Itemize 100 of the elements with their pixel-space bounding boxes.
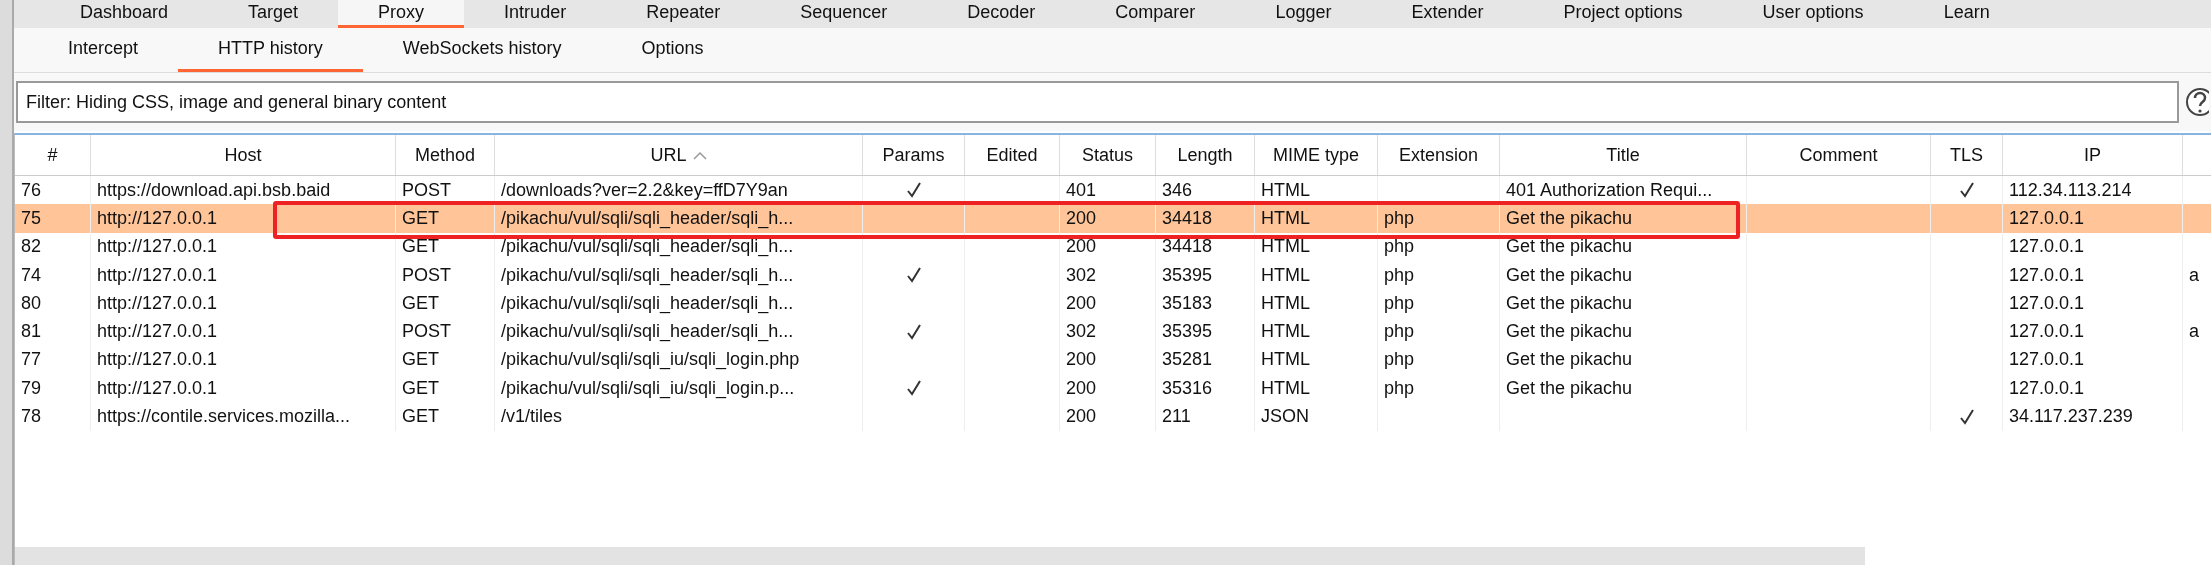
tab[interactable]: Decoder (927, 0, 1076, 28)
table-cell: 200 (1066, 207, 1097, 229)
table-cell: 77 (21, 349, 42, 371)
table-cell: Get the pikachu (1506, 349, 1633, 371)
table-cell: 74 (21, 264, 42, 286)
table-cell: 35395 (1162, 264, 1213, 286)
table-cell: 34418 (1162, 207, 1213, 229)
table-cell: 127.0.0.1 (2009, 264, 2085, 286)
table-cell: https://contile.services.mozilla... (97, 406, 351, 427)
table-cell: 401 Authorization Requi... (1506, 179, 1713, 201)
table-cell: a (2189, 264, 2199, 286)
table-cell: /pikachu/vul/sqli/sqli_header/sqli_h... (501, 292, 794, 314)
table-cell: Get the pikachu (1506, 207, 1633, 229)
table-cell: php (1384, 321, 1415, 343)
table-cell: http://127.0.0.1 (97, 264, 218, 286)
table-cell: POST (402, 264, 451, 286)
table-cell: 127.0.0.1 (2009, 236, 2085, 258)
table-cell: GET (402, 292, 439, 314)
table-cell: HTML (1261, 179, 1310, 201)
table-cell: /pikachu/vul/sqli/sqli_iu/sqli_login.p... (501, 377, 795, 399)
table-cell: 35395 (1162, 321, 1213, 343)
table-cell: http://127.0.0.1 (97, 236, 218, 258)
table-cell: /pikachu/vul/sqli/sqli_header/sqli_h... (501, 207, 794, 229)
table-cell: http://127.0.0.1 (97, 377, 218, 399)
table-cell: 302 (1066, 321, 1097, 343)
table-cell: 346 (1162, 179, 1193, 201)
table-cell: 200 (1066, 349, 1097, 371)
tab[interactable]: Dashboard (40, 0, 209, 28)
table-cell: /pikachu/vul/sqli/sqli_header/sqli_h... (501, 236, 794, 258)
table-cell: /pikachu/vul/sqli/sqli_header/sqli_h... (501, 264, 794, 286)
table-cell: 34.117.237.239 (2009, 406, 2133, 427)
table-cell: POST (402, 179, 451, 201)
table-cell: GET (402, 406, 439, 427)
tab[interactable]: Proxy (338, 0, 465, 28)
table-cell: 35281 (1162, 349, 1213, 371)
table-cell: php (1384, 349, 1415, 371)
table-cell: 127.0.0.1 (2009, 292, 2085, 314)
table-cell: 35183 (1162, 292, 1213, 314)
table-cell: 127.0.0.1 (2009, 207, 2085, 229)
tab[interactable]: Intruder (464, 0, 607, 28)
help-icon[interactable] (2185, 87, 2209, 117)
table-cell: 79 (21, 377, 42, 399)
table-cell: 200 (1066, 406, 1097, 427)
filter-bar[interactable]: Filter: Hiding CSS, image and general binary content (16, 81, 2179, 123)
table-cell: php (1384, 236, 1415, 258)
table-cell: 81 (21, 321, 42, 343)
sort-up-icon (692, 150, 707, 160)
tab[interactable]: Learn (1903, 0, 2030, 28)
table-cell: a (2189, 321, 2199, 343)
table-cell: GET (402, 377, 439, 399)
table-cell: HTML (1261, 321, 1310, 343)
table-cell: 80 (21, 292, 42, 314)
table-cell: php (1384, 292, 1415, 314)
table-cell: 302 (1066, 264, 1097, 286)
table-cell: GET (402, 236, 439, 258)
table-cell: http://127.0.0.1 (97, 292, 218, 314)
table-cell: HTML (1261, 349, 1310, 371)
table-cell: Get the pikachu (1506, 292, 1633, 314)
tab[interactable]: Comparer (1075, 0, 1236, 28)
tab[interactable]: Sequencer (760, 0, 928, 28)
table-cell: 200 (1066, 236, 1097, 258)
tab[interactable]: Extender (1371, 0, 1524, 28)
tab[interactable]: Target (208, 0, 339, 28)
table-cell: http://127.0.0.1 (97, 321, 218, 343)
table-cell: php (1384, 207, 1415, 229)
table-cell: HTML (1261, 236, 1310, 258)
table-cell: HTML (1261, 264, 1310, 286)
tab[interactable]: Repeater (606, 0, 761, 28)
tab[interactable]: Project options (1523, 0, 1723, 28)
table-cell: php (1384, 264, 1415, 286)
table-cell: 112.34.113.214 (2009, 179, 2132, 201)
table-cell: GET (402, 207, 439, 229)
table-cell: Get the pikachu (1506, 236, 1633, 258)
table-cell: 401 (1066, 179, 1097, 201)
table-cell: 200 (1066, 292, 1097, 314)
table-cell: 34418 (1162, 236, 1213, 258)
table-cell: 127.0.0.1 (2009, 349, 2085, 371)
table-cell: php (1384, 377, 1415, 399)
scrollbar-thumb[interactable] (15, 547, 1865, 565)
table-cell: Get the pikachu (1506, 377, 1633, 399)
subtab[interactable]: Intercept (28, 28, 179, 72)
table-cell: /v1/tiles (501, 406, 563, 427)
subtab[interactable]: WebSockets history (362, 28, 602, 72)
table-cell: POST (402, 321, 451, 343)
table-cell: JSON (1261, 406, 1309, 427)
table-cell: /pikachu/vul/sqli/sqli_iu/sqli_login.php (501, 349, 800, 371)
table-cell: 82 (21, 236, 42, 258)
table-cell: HTML (1261, 207, 1310, 229)
table-cell: 127.0.0.1 (2009, 321, 2085, 343)
tab[interactable]: User options (1722, 0, 1904, 28)
table-cell: 200 (1066, 377, 1097, 399)
tab[interactable]: Logger (1235, 0, 1372, 28)
table-cell: 35316 (1162, 377, 1213, 399)
table-cell: 75 (21, 207, 42, 229)
selected-row[interactable]: 75 http://127.0.0.1 GET /pikachu/vul/sqli/sqli_header/sqli_h... 200 34418 HTML php Get the pikachu 127.0.0.1 (15, 204, 2211, 233)
table-cell: http://127.0.0.1 (97, 207, 218, 229)
table-cell: /pikachu/vul/sqli/sqli_header/sqli_h... (501, 321, 794, 343)
table-cell: /downloads?ver=2.2&key=ffD7Y9an (501, 179, 788, 201)
table-cell: 211 (1162, 406, 1191, 427)
subtab[interactable]: Options (601, 28, 744, 72)
